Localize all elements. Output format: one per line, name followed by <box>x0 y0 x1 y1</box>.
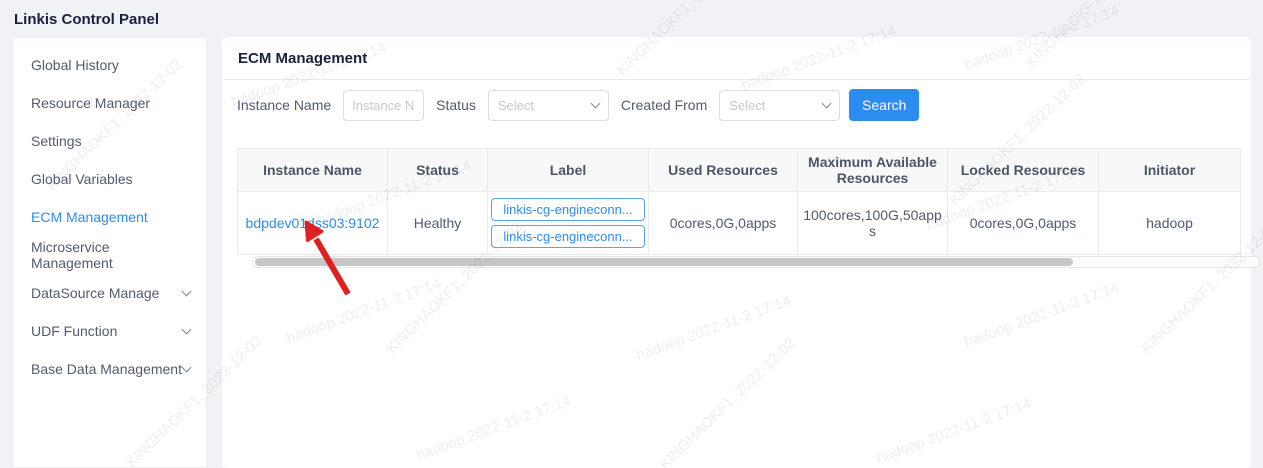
chevron-down-icon <box>182 325 192 335</box>
column-header-max-available-resources: Maximum Available Resources <box>798 149 948 192</box>
sidebar-menu: Global History Resource Manager Settings… <box>13 38 206 388</box>
cell-locked-resources: 0cores,0G,0apps <box>948 192 1099 255</box>
instance-name-label: Instance Name <box>237 97 331 113</box>
engine-label-tag[interactable]: linkis-cg-engineconn... <box>491 225 644 248</box>
app-title: Linkis Control Panel <box>14 11 159 28</box>
created-from-label: Created From <box>621 97 707 113</box>
column-header-status: Status <box>388 149 488 192</box>
instance-name-input[interactable] <box>343 90 424 121</box>
sidebar-item-resource-manager[interactable]: Resource Manager <box>13 84 206 122</box>
created-from-select-value: Select <box>729 98 765 113</box>
main-panel: ECM Management Instance Name Status Sele… <box>222 37 1251 468</box>
chevron-down-icon <box>182 363 192 373</box>
cell-instance-name: bdpdev01dss03:9102 <box>238 192 388 255</box>
linkis-control-panel-page: { "window": { "title": "Linkis Control P… <box>0 0 1263 468</box>
cell-label: linkis-cg-engineconn... linkis-cg-engine… <box>488 192 649 255</box>
cell-initiator: hadoop <box>1099 192 1241 255</box>
column-header-initiator: Initiator <box>1099 149 1241 192</box>
cell-used-resources: 0cores,0G,0apps <box>649 192 798 255</box>
sidebar-item-label: UDF Function <box>31 323 117 339</box>
sidebar-item-global-history[interactable]: Global History <box>13 46 206 84</box>
chevron-down-icon <box>822 99 832 109</box>
cell-max-available-resources: 100cores,100G,50apps <box>798 192 948 255</box>
created-from-select[interactable]: Select <box>719 90 840 121</box>
sidebar-item-label: Microservice Management <box>31 239 190 271</box>
sidebar-item-datasource-manage[interactable]: DataSource Manage <box>13 274 206 312</box>
table-header-row: Instance Name Status Label Used Resource… <box>238 149 1241 192</box>
sidebar-item-label: Global History <box>31 57 119 73</box>
sidebar: Global History Resource Manager Settings… <box>12 37 207 468</box>
cell-status: Healthy <box>388 192 488 255</box>
horizontal-scrollbar-thumb[interactable] <box>255 258 1073 266</box>
sidebar-item-settings[interactable]: Settings <box>13 122 206 160</box>
sidebar-item-label: ECM Management <box>31 209 148 225</box>
table-row: bdpdev01dss03:9102 Healthy linkis-cg-eng… <box>238 192 1241 255</box>
filter-bar: Instance Name Status Select Created From… <box>222 80 1251 121</box>
sidebar-item-label: Resource Manager <box>31 95 150 111</box>
instance-name-link[interactable]: bdpdev01dss03:9102 <box>246 215 380 231</box>
engine-label-tag[interactable]: linkis-cg-engineconn... <box>491 198 644 221</box>
ecm-table: Instance Name Status Label Used Resource… <box>237 148 1240 268</box>
status-select-value: Select <box>498 98 534 113</box>
column-header-used-resources: Used Resources <box>649 149 798 192</box>
sidebar-item-udf-function[interactable]: UDF Function <box>13 312 206 350</box>
sidebar-item-label: Global Variables <box>31 171 133 187</box>
sidebar-item-label: Settings <box>31 133 82 149</box>
column-header-instance-name: Instance Name <box>238 149 388 192</box>
status-label: Status <box>436 97 476 113</box>
sidebar-item-global-variables[interactable]: Global Variables <box>13 160 206 198</box>
sidebar-item-ecm-management[interactable]: ECM Management <box>13 198 206 236</box>
search-button[interactable]: Search <box>849 89 919 121</box>
sidebar-item-label: DataSource Manage <box>31 285 159 301</box>
column-header-label: Label <box>488 149 649 192</box>
horizontal-scrollbar-track[interactable] <box>252 256 1260 268</box>
sidebar-item-base-data-management[interactable]: Base Data Management <box>13 350 206 388</box>
column-header-locked-resources: Locked Resources <box>948 149 1099 192</box>
status-select[interactable]: Select <box>488 90 609 121</box>
chevron-down-icon <box>182 287 192 297</box>
chevron-down-icon <box>590 99 600 109</box>
page-title: ECM Management <box>223 37 1250 80</box>
sidebar-item-label: Base Data Management <box>31 361 182 377</box>
sidebar-item-microservice-management[interactable]: Microservice Management <box>13 236 206 274</box>
